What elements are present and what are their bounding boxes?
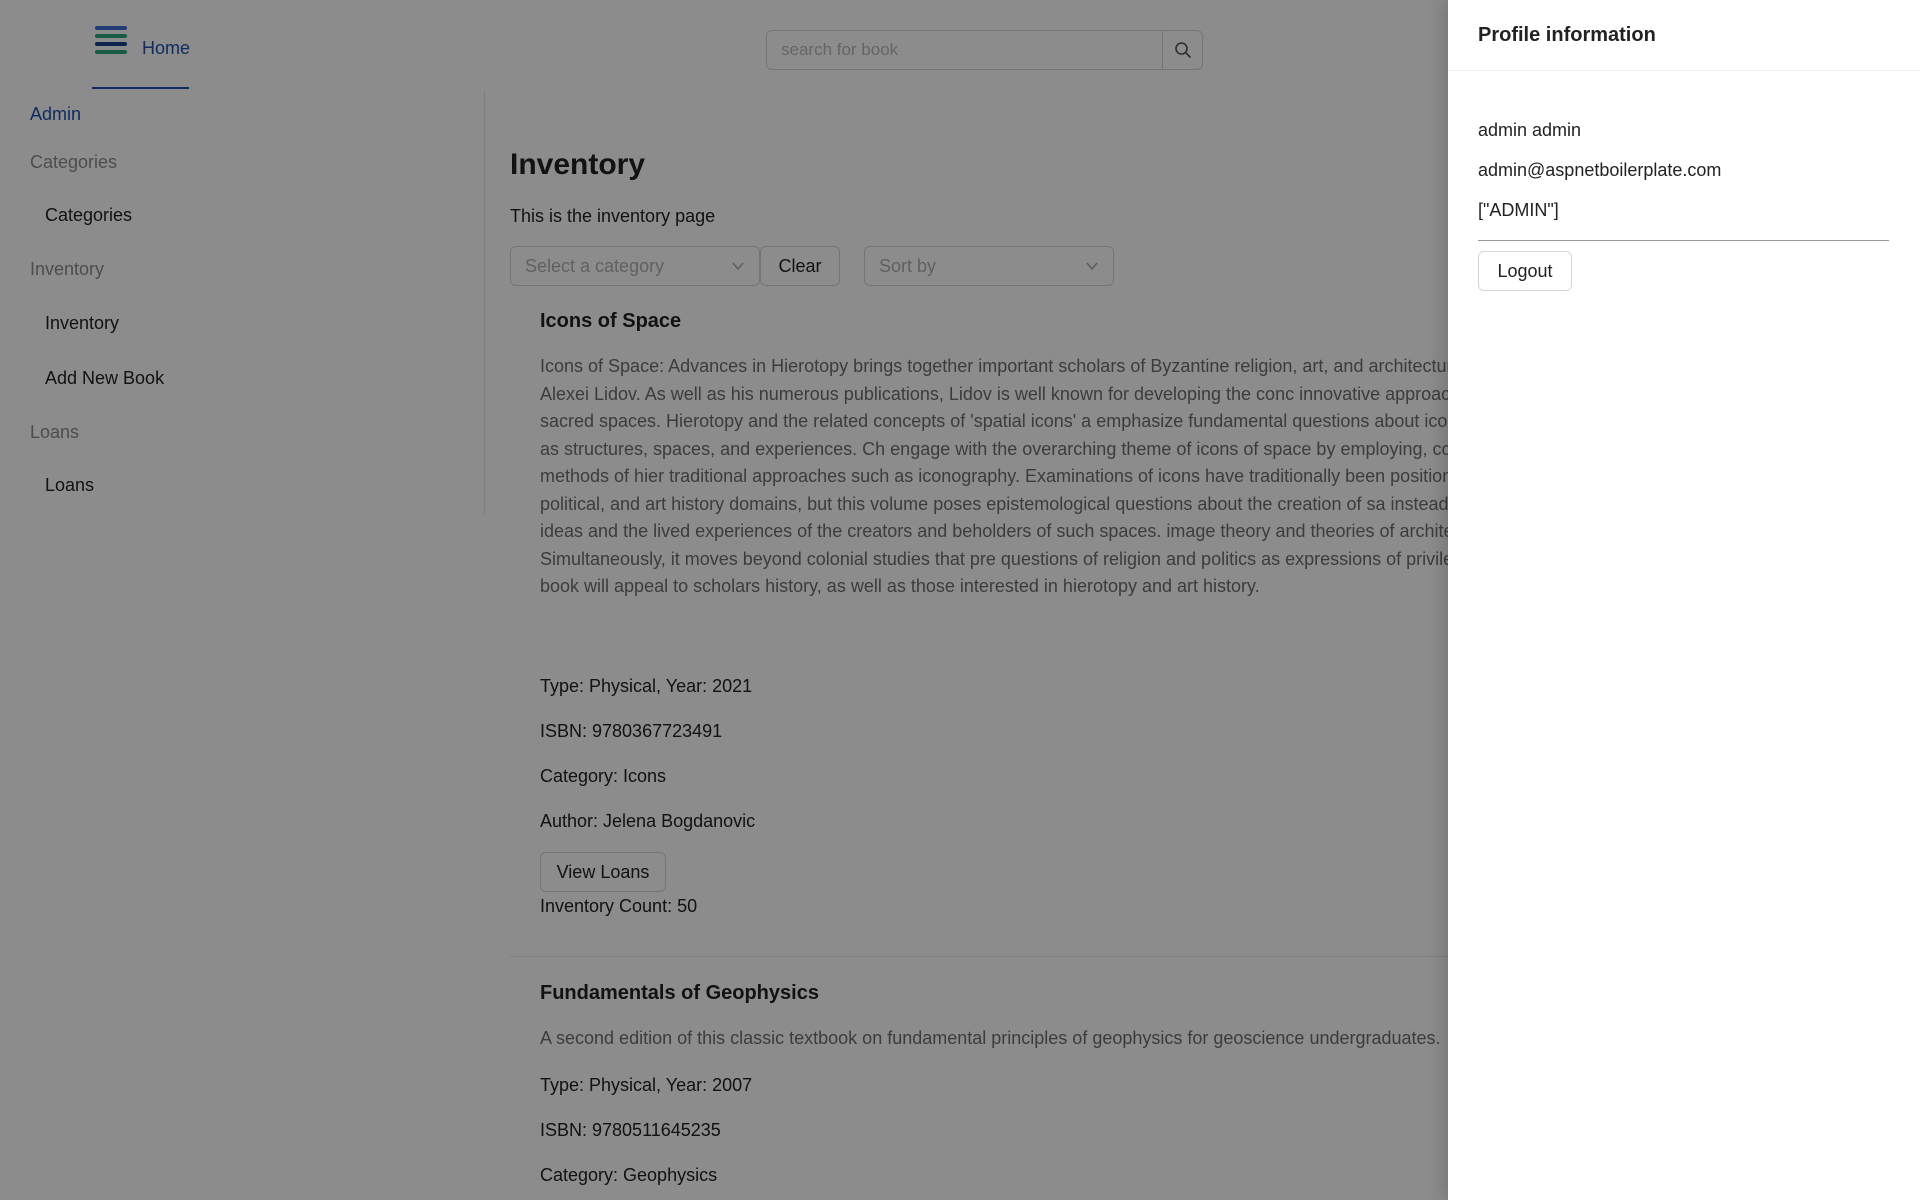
profile-name: admin admin	[1478, 120, 1582, 140]
profile-roles: ["ADMIN"]	[1478, 200, 1559, 220]
profile-drawer: Profile information admin admin admin@as…	[1448, 0, 1920, 1200]
drawer-backdrop[interactable]	[0, 0, 1448, 1200]
logout-button[interactable]: Logout	[1478, 251, 1572, 291]
drawer-title: Profile information	[1448, 0, 1920, 71]
profile-divider	[1478, 240, 1889, 241]
profile-email: admin@aspnetboilerplate.com	[1478, 160, 1722, 180]
